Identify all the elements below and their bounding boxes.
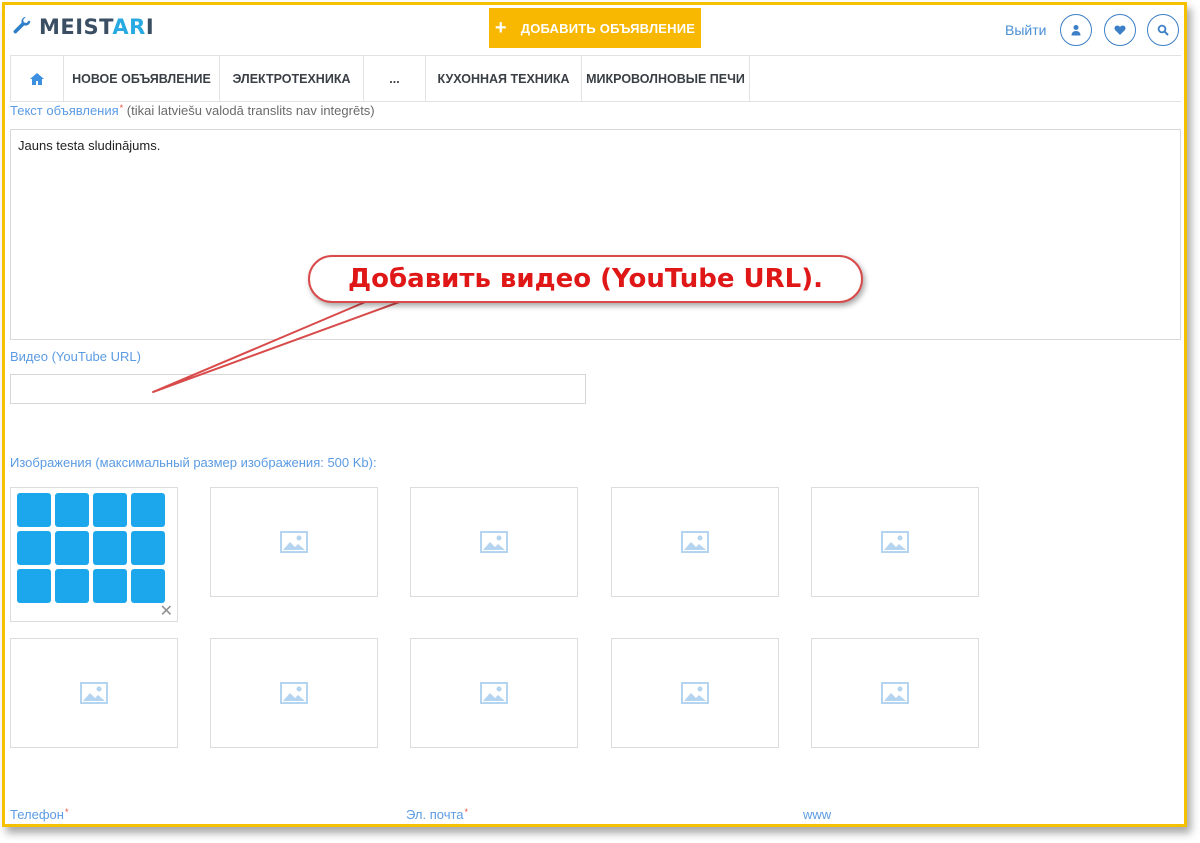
listing-text-label: Текст объявления* (tikai latviešu valodā… bbox=[10, 103, 375, 118]
search-button[interactable] bbox=[1147, 14, 1179, 46]
add-listing-button[interactable]: + ДОБАВИТЬ ОБЪЯВЛЕНИЕ bbox=[489, 8, 701, 48]
logo[interactable]: MEISTARI bbox=[11, 15, 154, 39]
image-tile bbox=[93, 531, 127, 565]
email-label: Эл. почта* bbox=[406, 807, 469, 822]
favorites-button[interactable] bbox=[1104, 14, 1136, 46]
image-tile bbox=[17, 493, 51, 527]
image-slot-5[interactable] bbox=[811, 487, 979, 597]
wrench-icon bbox=[13, 16, 31, 34]
image-tile bbox=[55, 531, 89, 565]
image-slot-2[interactable] bbox=[210, 487, 378, 597]
image-placeholder-icon bbox=[881, 682, 909, 704]
callout-annotation: Добавить видео (YouTube URL). bbox=[308, 255, 863, 303]
image-slot-4[interactable] bbox=[611, 487, 779, 597]
image-placeholder-icon bbox=[280, 531, 308, 553]
image-tile bbox=[55, 569, 89, 603]
listing-text-hint: (tikai latviešu valodā translits nav int… bbox=[126, 103, 375, 118]
image-tile bbox=[17, 569, 51, 603]
header: MEISTARI + ДОБАВИТЬ ОБЪЯВЛЕНИЕ Выйти bbox=[5, 5, 1184, 55]
image-placeholder-icon bbox=[881, 531, 909, 553]
uploaded-image bbox=[17, 493, 165, 603]
phone-label: Телефон* bbox=[10, 807, 69, 822]
image-slot-8[interactable] bbox=[410, 638, 578, 748]
user-icon bbox=[1071, 25, 1081, 36]
image-slot-1[interactable]: ✕ bbox=[10, 487, 178, 622]
video-url-input[interactable] bbox=[10, 374, 586, 404]
image-slot-6[interactable] bbox=[10, 638, 178, 748]
image-tile bbox=[17, 531, 51, 565]
image-placeholder-icon bbox=[480, 682, 508, 704]
profile-button[interactable] bbox=[1060, 14, 1092, 46]
search-icon bbox=[1157, 24, 1169, 36]
image-slot-7[interactable] bbox=[210, 638, 378, 748]
remove-image-icon[interactable]: ✕ bbox=[160, 604, 173, 620]
image-tile bbox=[131, 531, 165, 565]
video-label: Видео (YouTube URL) bbox=[10, 349, 141, 364]
nav-new-listing[interactable]: НОВОЕ ОБЪЯВЛЕНИЕ bbox=[64, 56, 220, 101]
nav-ellipsis[interactable]: ... bbox=[364, 56, 426, 101]
image-tile bbox=[93, 493, 127, 527]
page-frame: MEISTARI + ДОБАВИТЬ ОБЪЯВЛЕНИЕ Выйти НОВ… bbox=[2, 2, 1187, 827]
plus-icon: + bbox=[494, 17, 507, 39]
image-slot-10[interactable] bbox=[811, 638, 979, 748]
image-placeholder-icon bbox=[280, 682, 308, 704]
image-placeholder-icon bbox=[80, 682, 108, 704]
www-label: www bbox=[803, 807, 832, 822]
heart-icon bbox=[1114, 25, 1126, 35]
image-slot-3[interactable] bbox=[410, 487, 578, 597]
nav-kitchen-appliances[interactable]: КУХОННАЯ ТЕХНИКА bbox=[426, 56, 582, 101]
image-placeholder-icon bbox=[480, 531, 508, 553]
logo-text: MEISTARI bbox=[39, 15, 155, 39]
logout-link[interactable]: Выйти bbox=[1005, 22, 1046, 38]
image-tile bbox=[93, 569, 127, 603]
listing-text-textarea[interactable]: Jauns testa sludinājums. bbox=[10, 129, 1181, 340]
image-slot-9[interactable] bbox=[611, 638, 779, 748]
breadcrumb-nav: НОВОЕ ОБЪЯВЛЕНИЕ ЭЛЕКТРОТЕХНИКА ... КУХО… bbox=[10, 55, 1181, 102]
image-tile bbox=[55, 493, 89, 527]
image-placeholder-icon bbox=[681, 682, 709, 704]
nav-electronics[interactable]: ЭЛЕКТРОТЕХНИКА bbox=[220, 56, 364, 101]
images-label: Изображения (максимальный размер изображ… bbox=[10, 455, 377, 470]
nav-home[interactable] bbox=[10, 56, 64, 101]
image-placeholder-icon bbox=[681, 531, 709, 553]
home-icon bbox=[30, 72, 44, 85]
nav-microwave-ovens[interactable]: МИКРОВОЛНОВЫЕ ПЕЧИ bbox=[582, 56, 750, 101]
image-tile bbox=[131, 493, 165, 527]
image-tile bbox=[131, 569, 165, 603]
